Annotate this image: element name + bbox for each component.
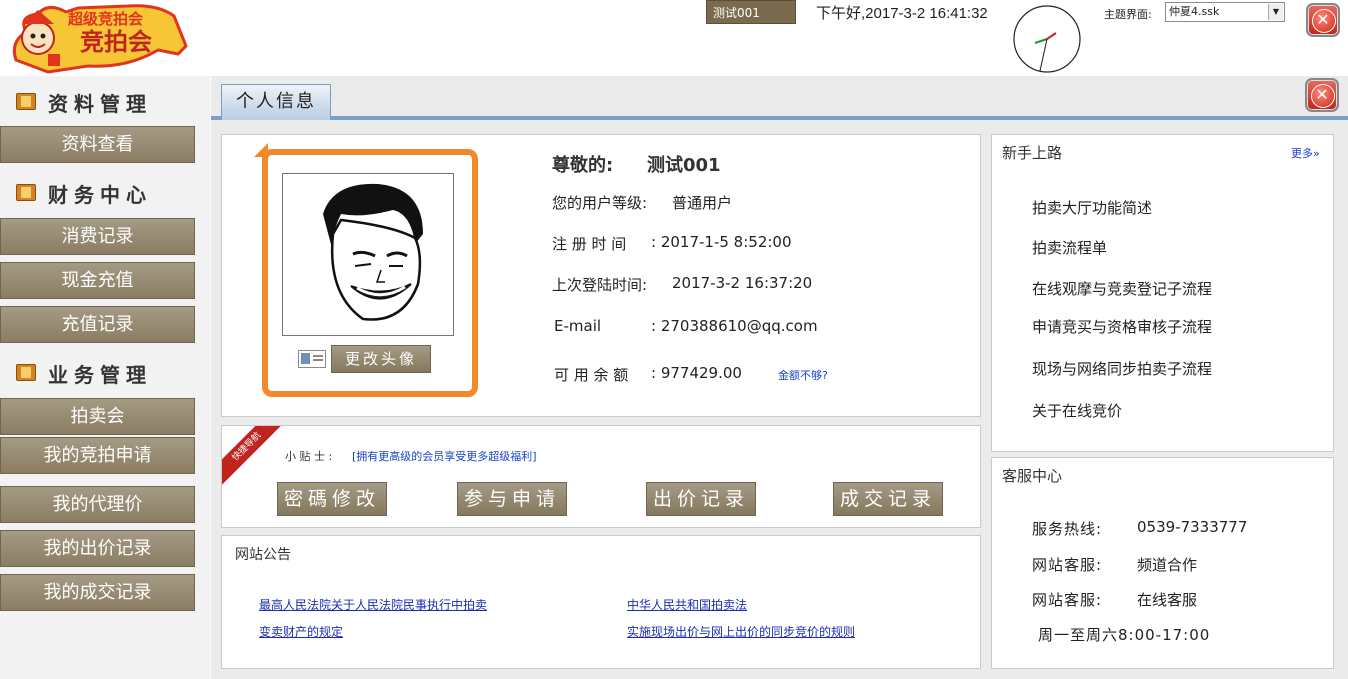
tips-label: 小 贴 士 :: [285, 450, 333, 463]
balance-value: : 977429.00: [651, 364, 742, 382]
current-user-tab[interactable]: 测试001: [706, 0, 796, 24]
main-panel: 个人信息 更改头像 尊敬的: 测试001 您的用户等级: 普通用户 注 册 时 …: [211, 76, 1348, 679]
change-avatar-button[interactable]: 更改头像: [331, 345, 431, 373]
newbie-item[interactable]: 拍卖流程单: [1032, 237, 1107, 258]
service-title: 客服中心: [1002, 467, 1063, 485]
tips-text: [拥有更高级的会员享受更多超级福利]: [352, 450, 537, 463]
quick-nav-ribbon-label: 快捷导航: [222, 426, 282, 486]
nav-my-bid-applications[interactable]: 我的竞拍申请: [0, 437, 195, 474]
svg-text:竞拍会: 竞拍会: [80, 28, 152, 56]
change-password-button[interactable]: 密碼修改: [277, 482, 387, 516]
balance-label: 可 用 余 额: [554, 366, 629, 384]
service-row-value: 0539-7333777: [1137, 518, 1248, 536]
close-icon: ✕: [1316, 10, 1330, 29]
email-value: : 270388610@qq.com: [651, 317, 818, 335]
newbie-item[interactable]: 在线观摩与竞卖登记子流程: [1032, 278, 1212, 299]
join-application-button[interactable]: 参与申请: [457, 482, 567, 516]
service-coop-row: 网站客服: 频道合作: [1032, 554, 1197, 575]
notice-link[interactable]: 实施现场出价与网上出价的同步竞价的规则: [627, 623, 855, 640]
register-time-row: 注 册 时 间 : 2017-1-5 8:52:00: [552, 233, 792, 254]
avatar: [282, 173, 454, 336]
greeting-datetime: 下午好,2017-3-2 16:41:32: [816, 5, 988, 22]
nav-auction[interactable]: 拍卖会: [0, 398, 195, 435]
nav-my-deal-records[interactable]: 我的成交记录: [0, 574, 195, 611]
deal-records-button[interactable]: 成交记录: [833, 482, 943, 516]
close-icon: ✕: [1315, 85, 1329, 104]
email-label: E-mail: [554, 317, 602, 335]
book-icon: [16, 184, 36, 201]
level-value: 普通用户: [672, 194, 733, 212]
service-row-label: 服务热线:: [1032, 520, 1103, 538]
book-icon: [16, 93, 36, 110]
last-login-label: 上次登陆时间:: [552, 276, 648, 294]
nav-section-title: 业务管理: [48, 363, 152, 387]
notice-link[interactable]: 变卖财产的规定: [259, 623, 343, 640]
nav-my-proxy-price[interactable]: 我的代理价: [0, 486, 195, 523]
nav-section-title: 财务中心: [48, 183, 152, 207]
theme-select-value: 仲夏4.ssk: [1169, 5, 1220, 18]
book-icon: [16, 364, 36, 381]
newbie-item[interactable]: 现场与网络同步拍卖子流程: [1032, 358, 1212, 379]
newbie-more-link[interactable]: 更多»: [1291, 145, 1320, 161]
nav-cash-recharge[interactable]: 现金充值: [0, 262, 195, 299]
newbie-item[interactable]: 拍卖大厅功能简述: [1032, 197, 1152, 218]
balance-row: 可 用 余 额 : 977429.00: [554, 364, 742, 385]
nav-section-title: 资料管理: [48, 92, 152, 116]
email-row: E-mail : 270388610@qq.com: [554, 317, 818, 335]
service-row-label: 网站客服:: [1032, 556, 1103, 574]
newbie-item[interactable]: 申请竞买与资格审核子流程: [1032, 316, 1212, 337]
last-login-row: 上次登陆时间: 2017-3-2 16:37:20: [552, 274, 812, 295]
level-row: 您的用户等级: 普通用户: [552, 192, 732, 213]
service-row-label: 网站客服:: [1032, 591, 1103, 609]
notice-link[interactable]: 中华人民共和国拍卖法: [627, 596, 747, 613]
service-row-value[interactable]: 在线客服: [1137, 589, 1197, 610]
newbie-title: 新手上路: [1002, 144, 1063, 162]
site-notice-card: 网站公告 最高人民法院关于人民法院民事执行中拍卖 中华人民共和国拍卖法 变卖财产…: [221, 535, 981, 669]
bid-records-button[interactable]: 出价记录: [646, 482, 756, 516]
register-time-value: : 2017-1-5 8:52:00: [651, 233, 792, 251]
insufficient-balance-link[interactable]: 金额不够?: [778, 367, 828, 383]
avatar-frame: 更改头像: [254, 143, 478, 397]
app-close-button[interactable]: ✕: [1306, 3, 1340, 37]
register-time-label: 注 册 时 间: [552, 235, 627, 253]
notice-link[interactable]: 最高人民法院关于人民法院民事执行中拍卖: [259, 596, 487, 613]
username: 测试001: [647, 155, 721, 176]
clock-icon: [1011, 3, 1083, 73]
last-login-value: 2017-3-2 16:37:20: [672, 274, 813, 292]
quick-nav-ribbon: 快捷导航: [222, 426, 282, 486]
greeting-prefix: 尊敬的:: [552, 155, 614, 176]
profile-card: 更改头像 尊敬的: 测试001 您的用户等级: 普通用户 注 册 时 间 : 2…: [221, 134, 981, 417]
tab-personal-info[interactable]: 个人信息: [221, 84, 331, 120]
customer-service-card: 客服中心 服务热线: 0539-7333777 网站客服: 频道合作 网站客服:…: [991, 457, 1334, 669]
quick-nav-card: 快捷导航 小 贴 士 : [拥有更高级的会员享受更多超级福利] 密碼修改 参与申…: [221, 425, 981, 528]
site-logo: 超级竞拍会 竞拍会: [8, 2, 190, 74]
service-hours: 周一至周六8:00-17:00: [1038, 626, 1211, 644]
logo-small-text: 超级竞拍会: [67, 10, 143, 28]
notice-title: 网站公告: [235, 547, 291, 563]
panel-close-button[interactable]: ✕: [1305, 78, 1339, 112]
nav-profile-view[interactable]: 资料查看: [0, 126, 195, 163]
level-label: 您的用户等级:: [552, 194, 648, 212]
nav-my-bid-records[interactable]: 我的出价记录: [0, 530, 195, 567]
service-hotline-row: 服务热线: 0539-7333777: [1032, 518, 1247, 539]
service-online-row: 网站客服: 在线客服: [1032, 589, 1197, 610]
nav-recharge-records[interactable]: 充值记录: [0, 306, 195, 343]
card-icon: [298, 350, 326, 368]
greeting-row: 尊敬的: 测试001: [552, 151, 721, 177]
chevron-down-icon[interactable]: ▼: [1268, 4, 1283, 20]
newbie-guide-card: 新手上路 更多» 拍卖大厅功能简述 拍卖流程单 在线观摩与竞卖登记子流程 申请竞…: [991, 134, 1334, 452]
sidebar: 资料管理 资料查看 财务中心 消费记录 现金充值 充值记录 业务管理 拍卖会 我…: [0, 76, 210, 679]
tab-bar: 个人信息: [211, 84, 1348, 120]
service-row-value[interactable]: 频道合作: [1137, 554, 1197, 575]
newbie-item[interactable]: 关于在线竞价: [1032, 400, 1122, 421]
nav-consume-records[interactable]: 消费记录: [0, 218, 195, 255]
theme-label: 主题界面:: [1104, 8, 1152, 21]
theme-select[interactable]: 仲夏4.ssk ▼: [1165, 2, 1285, 22]
